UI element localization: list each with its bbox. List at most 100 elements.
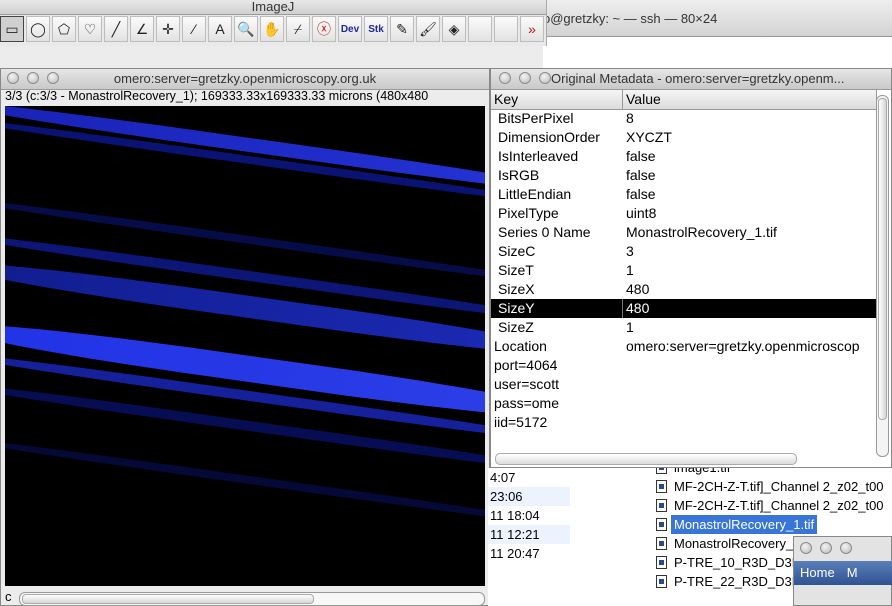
minimize-window-icon[interactable] (27, 72, 39, 84)
blank-tool-icon[interactable] (494, 16, 518, 42)
hand-tool-icon[interactable]: ✋ (260, 16, 284, 42)
metadata-value (623, 413, 877, 432)
minimize-window-icon[interactable] (820, 542, 832, 554)
metadata-row[interactable]: IsInterleaved false (491, 147, 877, 166)
pencil-tool-icon[interactable]: ✎ (390, 16, 414, 42)
metadata-value: uint8 (626, 205, 657, 221)
metadata-row[interactable]: SizeC 3 (491, 242, 877, 261)
date-column: 4:07 23:06 11 18:04 11 12:21 11 20:47 (488, 468, 571, 606)
file-row[interactable]: MonastrolRecovery_1.tif (570, 515, 892, 534)
file-name: MonastrolRecovery_1 (674, 536, 801, 551)
metadata-row[interactable]: SizeT 1 (491, 261, 877, 280)
metadata-value (623, 356, 877, 375)
close-window-icon[interactable] (499, 72, 511, 84)
metadata-key: IsRGB (498, 167, 540, 183)
metadata-value: 8 (626, 110, 634, 126)
file-row[interactable]: MF-2CH-Z-T.tif]_Channel 2_z02_t00 (570, 477, 892, 496)
metadata-row[interactable]: SizeX 480 (491, 280, 877, 299)
metadata-row[interactable]: Location omero:server=gretzky.openmicrosc… (491, 337, 877, 356)
terminal-titlebar[interactable]: o@gretzky: ~ — ssh — 80×24 (543, 0, 892, 37)
image-horizontal-scrollbar[interactable] (19, 592, 485, 606)
metadata-titlebar[interactable]: Original Metadata - omero:server=gretzky… (491, 69, 891, 90)
freehand-tool-icon[interactable]: ♡ (78, 16, 102, 42)
flood-fill-tool-icon[interactable]: ◈ (442, 16, 466, 42)
file-name: MonastrolRecovery_1.tif (671, 515, 818, 534)
value-column-header[interactable]: Value (623, 90, 877, 109)
file-name: P-TRE_22_R3D_D3D (674, 574, 802, 589)
file-name: P-TRE_10_R3D_D3D (674, 555, 802, 570)
image-window-titlebar[interactable]: omero:server=gretzky.openmicroscopy.org.… (1, 69, 489, 90)
zoom-window-icon[interactable] (840, 542, 852, 554)
metadata-row[interactable]: SizeZ 1 (491, 318, 877, 337)
line-tool-icon[interactable]: ╱ (104, 16, 128, 42)
wand-tool-icon[interactable]: ⁄ (182, 16, 206, 42)
key-column-header[interactable]: Key (491, 90, 623, 109)
more-tools-icon[interactable]: » (520, 16, 544, 42)
metadata-row[interactable]: pass=ome (491, 394, 877, 413)
file-name: MF-2CH-Z-T.tif]_Channel 2_z02_t00 (674, 479, 884, 494)
angle-tool-icon[interactable]: ∠ (130, 16, 154, 42)
browser-window: Home M (793, 536, 892, 606)
date-cell: 11 20:47 (490, 546, 540, 561)
file-icon (656, 518, 667, 531)
x-tool-icon[interactable]: ⓧ (312, 16, 336, 42)
metadata-window: Original Metadata - omero:server=gretzky… (490, 68, 892, 468)
image-status-char: c (5, 589, 12, 604)
metadata-value: 1 (626, 262, 634, 278)
image-canvas[interactable] (5, 106, 485, 586)
metadata-row[interactable]: LittleEndian false (491, 185, 877, 204)
zoom-window-icon[interactable] (47, 72, 59, 84)
metadata-value: 3 (626, 243, 634, 259)
minimize-window-icon[interactable] (519, 72, 531, 84)
metadata-row[interactable]: BitsPerPixel 8 (491, 109, 877, 128)
metadata-row[interactable]: user=scott (491, 375, 877, 394)
blank-tool-icon[interactable] (468, 16, 492, 42)
metadata-horizontal-scrollbar[interactable] (495, 453, 797, 465)
magnifier-tool-icon[interactable]: 🔍 (234, 16, 258, 42)
close-window-icon[interactable] (7, 72, 19, 84)
dropper-tool-icon[interactable]: ⌿ (286, 16, 310, 42)
metadata-vertical-scrollbar[interactable] (876, 95, 889, 457)
dev-tool-icon[interactable]: Dev (338, 16, 362, 42)
metadata-value: omero:server=gretzky.openmicroscop (626, 338, 860, 354)
metadata-row[interactable]: port=4064 (491, 356, 877, 375)
metadata-value: 1 (626, 319, 634, 335)
imagej-titlebar[interactable]: ImageJ (0, 0, 546, 15)
metadata-row[interactable]: DimensionOrder XYCZT (491, 128, 877, 147)
browser-tab[interactable]: M (841, 561, 864, 585)
imagej-tool-strip: ▭ ◯ ⬠ ♡ ╱ ∠ ✛ ⁄ A 🔍 ✋ ⌿ ⓧ Dev Stk ✎ 🖌 ◈ » (0, 16, 546, 44)
metadata-row[interactable]: iid=5172 (491, 413, 877, 432)
file-row[interactable]: MF-2CH-Z-T.tif]_Channel 2_z02_t00 (570, 496, 892, 515)
metadata-key: DimensionOrder (498, 129, 600, 145)
metadata-row[interactable]: Series 0 Name MonastrolRecovery_1.tif (491, 223, 877, 242)
metadata-row[interactable]: SizeY 480 (491, 299, 877, 318)
file-icon (656, 480, 667, 493)
metadata-key: IsInterleaved (498, 148, 579, 164)
file-icon (656, 537, 667, 550)
browser-tab[interactable]: Home (794, 561, 841, 585)
brush-tool-icon[interactable]: 🖌 (416, 16, 440, 42)
stk-tool-icon[interactable]: Stk (364, 16, 388, 42)
metadata-vscroll-thumb[interactable] (878, 98, 887, 420)
image-scroll-thumb[interactable] (22, 594, 314, 604)
file-icon (656, 556, 667, 569)
date-cell: 11 18:04 (490, 508, 540, 523)
close-window-icon[interactable] (800, 542, 812, 554)
metadata-title: Original Metadata - omero:server=gretzky… (551, 71, 845, 86)
file-icon (656, 499, 667, 512)
polygon-tool-icon[interactable]: ⬠ (52, 16, 76, 42)
metadata-value: XYCZT (626, 129, 672, 145)
metadata-key: user=scott (494, 376, 559, 392)
metadata-row[interactable]: IsRGB false (491, 166, 877, 185)
metadata-row[interactable]: PixelType uint8 (491, 204, 877, 223)
oval-tool-icon[interactable]: ◯ (26, 16, 50, 42)
text-tool-icon[interactable]: A (208, 16, 232, 42)
metadata-value (623, 375, 877, 394)
metadata-key: SizeX (498, 281, 535, 297)
terminal-window: o@gretzky: ~ — ssh — 80×24 (543, 0, 892, 72)
point-tool-icon[interactable]: ✛ (156, 16, 180, 42)
rectangle-tool-icon[interactable]: ▭ (0, 16, 24, 42)
metadata-key: PixelType (498, 205, 559, 221)
zoom-window-icon[interactable] (539, 72, 551, 84)
metadata-value: 480 (626, 300, 650, 316)
